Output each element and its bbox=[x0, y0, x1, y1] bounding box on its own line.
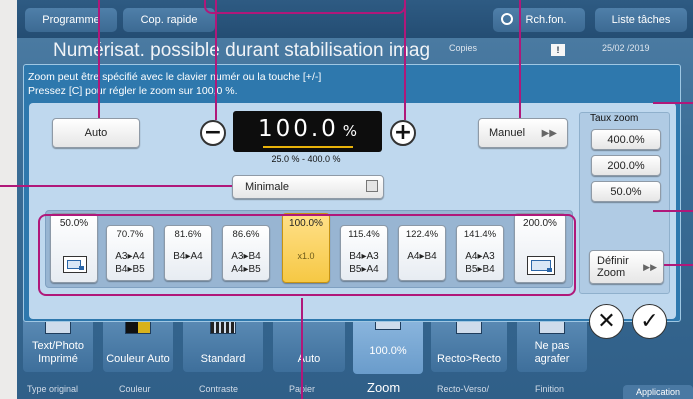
minimale-label: Minimale bbox=[245, 181, 290, 193]
rate-50-button[interactable]: 50.0% bbox=[591, 181, 661, 202]
rate-200-button[interactable]: 200.0% bbox=[591, 155, 661, 176]
zoom-value: 100.0 bbox=[257, 116, 339, 142]
contraste-tile[interactable]: Standard bbox=[183, 316, 263, 372]
chevron-right-icon: ▶▶ bbox=[541, 127, 557, 139]
recto-value: Recto>Recto bbox=[437, 353, 501, 365]
zoom-tile-value: 100.0% bbox=[369, 345, 407, 357]
ok-button[interactable]: ✓ bbox=[632, 304, 667, 339]
warning-icon: ! bbox=[551, 44, 565, 56]
liste-taches-button[interactable]: Liste tâches bbox=[595, 8, 687, 32]
close-icon: ✕ bbox=[597, 309, 616, 334]
zoom-range: 25.0 % - 400.0 % bbox=[271, 154, 341, 164]
staple-icon bbox=[539, 320, 565, 334]
manuel-label: Manuel bbox=[489, 127, 526, 139]
check-icon: ✓ bbox=[640, 309, 659, 334]
zoom-unit: % bbox=[342, 122, 358, 140]
duplex-icon bbox=[456, 320, 482, 334]
callout-line-rates bbox=[653, 210, 693, 212]
definir-zoom-button[interactable]: Définir Zoom ▶▶ bbox=[589, 250, 664, 284]
callout-line-presets bbox=[301, 298, 303, 399]
papier-value: Auto bbox=[297, 353, 321, 365]
recto-tile[interactable]: Recto>Recto bbox=[431, 316, 507, 372]
cop-rapide-button[interactable]: Cop. rapide bbox=[123, 8, 215, 32]
callout-line-manuel bbox=[519, 0, 521, 118]
color-icon bbox=[125, 320, 151, 334]
callout-line-definir bbox=[664, 264, 693, 266]
category-type-original: Type original bbox=[27, 384, 79, 394]
status-title: Numérisat. possible durant stabilisation… bbox=[53, 40, 431, 61]
type-original-value: Text/Photo Imprimé bbox=[32, 340, 84, 365]
programme-button[interactable]: Programme bbox=[25, 8, 117, 32]
callout-bracket-plusminus bbox=[204, 0, 406, 14]
finition-value: Ne pas agrafer bbox=[534, 340, 570, 365]
rch-fon-label: Rch.fon. bbox=[525, 14, 567, 26]
minimale-button[interactable]: Minimale bbox=[232, 175, 384, 199]
minus-icon: − bbox=[203, 120, 223, 145]
category-contraste: Contraste bbox=[199, 384, 239, 394]
callout-bracket-presets bbox=[38, 214, 576, 296]
category-recto-verso: Recto-Verso/ bbox=[437, 384, 490, 394]
zoom-underline bbox=[263, 146, 353, 148]
manuel-button[interactable]: Manuel ▶▶ bbox=[478, 118, 568, 148]
copies-label: Copies bbox=[449, 43, 478, 53]
definir-zoom-label: Définir Zoom bbox=[597, 255, 629, 279]
minimale-checkbox-icon bbox=[366, 180, 378, 192]
rch-fon-button[interactable]: Rch.fon. bbox=[493, 8, 585, 32]
contraste-value: Standard bbox=[200, 353, 246, 365]
zoom-value-text: 100.0% bbox=[233, 116, 382, 142]
auto-button[interactable]: Auto bbox=[52, 118, 140, 148]
category-finition: Finition bbox=[535, 384, 565, 394]
couleur-value: Couleur Auto bbox=[106, 353, 170, 365]
type-original-tile[interactable]: Text/Photo Imprimé bbox=[23, 316, 93, 372]
date-display: 25/02 /2019 bbox=[602, 43, 650, 53]
couleur-tile[interactable]: Couleur Auto bbox=[103, 316, 173, 372]
papier-tile[interactable]: Auto bbox=[273, 316, 345, 372]
category-zoom: Zoom bbox=[367, 380, 401, 395]
chevron-right-icon: ▶▶ bbox=[643, 262, 657, 272]
plus-icon: + bbox=[393, 120, 413, 145]
document-icon bbox=[45, 320, 71, 334]
application-tab[interactable]: Application bbox=[623, 385, 693, 399]
callout-line-minus bbox=[215, 0, 217, 120]
search-icon bbox=[501, 13, 513, 25]
callout-line-taux-zoom bbox=[653, 102, 693, 104]
title-row: Numérisat. possible durant stabilisation… bbox=[17, 40, 693, 62]
callout-line-plus bbox=[404, 0, 406, 120]
contrast-icon bbox=[210, 320, 236, 334]
category-couleur: Couleur bbox=[119, 384, 151, 394]
zoom-display: 100.0% bbox=[233, 111, 382, 152]
rate-400-button[interactable]: 400.0% bbox=[591, 129, 661, 150]
taux-zoom-title: Taux zoom bbox=[590, 113, 639, 124]
minus-button[interactable]: − bbox=[200, 120, 226, 146]
cancel-button[interactable]: ✕ bbox=[589, 304, 624, 339]
info-text: Zoom peut être spécifié avec le clavier … bbox=[28, 70, 448, 98]
finition-tile[interactable]: Ne pas agrafer bbox=[517, 316, 587, 372]
info-line-1: Zoom peut être spécifié avec le clavier … bbox=[28, 71, 322, 83]
info-line-2: Pressez [C] pour régler le zoom sur 100,… bbox=[28, 85, 238, 97]
callout-line-auto bbox=[98, 0, 100, 118]
callout-line-minimale bbox=[0, 185, 232, 187]
plus-button[interactable]: + bbox=[390, 120, 416, 146]
